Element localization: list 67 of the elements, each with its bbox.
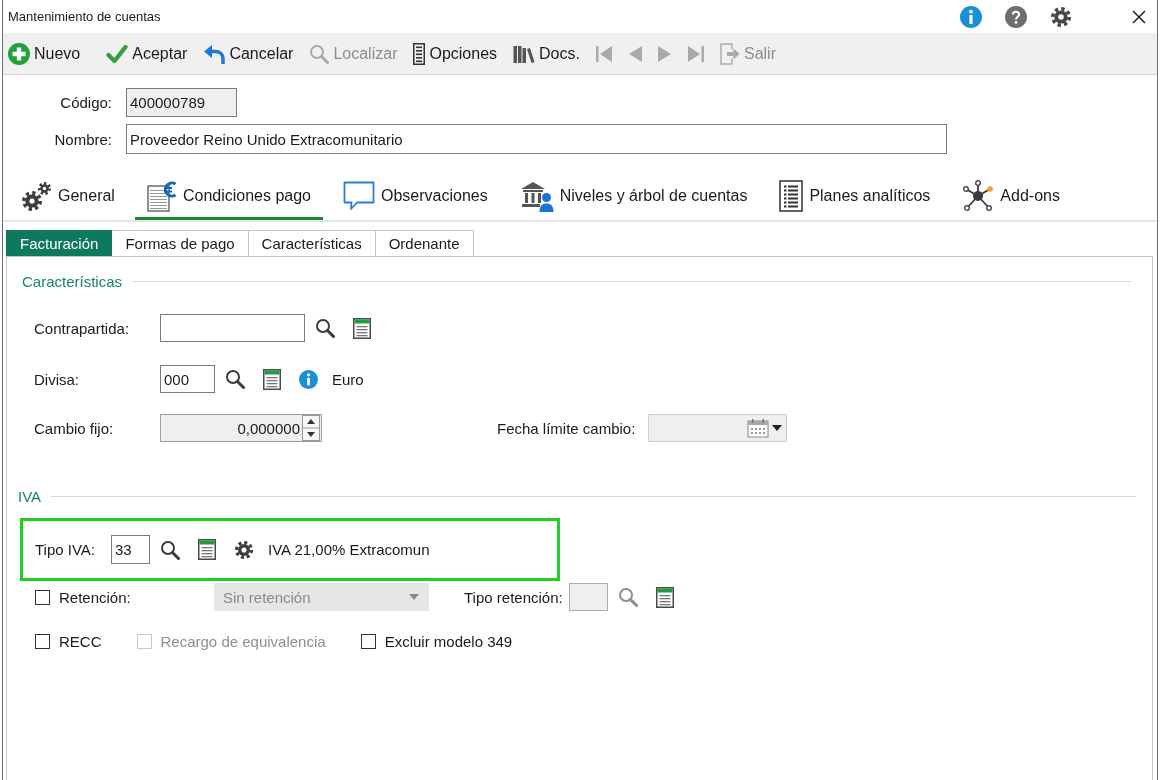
help-icon[interactable] [1005, 5, 1027, 28]
tab[interactable]: General [8, 175, 127, 220]
input-field[interactable]: Proveedor Reino Unido Extracomunitario [126, 124, 947, 154]
field-label: Divisa: [34, 370, 80, 388]
field-label: Contrapartida: [34, 319, 131, 337]
input-field[interactable]: 000 [160, 365, 215, 393]
field-label: Nombre: [54, 130, 112, 148]
tab[interactable]: Condiciones pago [134, 175, 323, 220]
tab[interactable]: Observaciones [331, 175, 500, 220]
options-button[interactable]: Opciones [413, 38, 498, 69]
tab[interactable]: Características [248, 230, 376, 256]
speech-bubble-icon [343, 181, 375, 211]
books-icon [513, 43, 536, 64]
checkbox-label: Recargo de equivalencia [160, 632, 326, 650]
tab[interactable]: Facturación [6, 230, 113, 256]
close-icon[interactable] [1132, 9, 1146, 24]
exit-icon [719, 42, 740, 65]
info-icon[interactable] [960, 5, 982, 28]
caret-icon [409, 594, 419, 600]
input-field[interactable]: 400000789 [126, 88, 237, 117]
field-label: Fecha límite cambio: [497, 419, 636, 437]
tab[interactable]: Add-ons [950, 175, 1072, 220]
new-button[interactable]: Nuevo [8, 38, 81, 69]
undo-arrow-icon [203, 43, 226, 64]
tab[interactable]: Formas de pago [112, 230, 249, 256]
field-label: Tipo IVA: [35, 541, 96, 558]
document-icon[interactable] [263, 368, 281, 390]
checkbox-label: RECC [59, 632, 102, 650]
description-text: IVA 21,00% Extracomun [268, 541, 430, 558]
field-label: Código: [60, 94, 112, 111]
plus-icon [8, 42, 30, 65]
checkbox[interactable] [35, 589, 50, 605]
list-document-icon [779, 180, 804, 212]
tab[interactable]: Niveles y árbol de cuentas [507, 175, 760, 220]
cancel-button[interactable]: Cancelar [203, 38, 294, 69]
section-title: IVA [18, 487, 42, 505]
network-icon [962, 180, 995, 212]
document-icon[interactable] [655, 586, 674, 608]
input-field[interactable]: 33 [111, 535, 151, 564]
check-icon [106, 43, 129, 64]
accept-button[interactable]: Aceptar [106, 38, 188, 69]
document-icon[interactable] [198, 539, 217, 560]
search-icon[interactable] [315, 318, 335, 338]
gears-icon [20, 180, 52, 212]
tab[interactable]: Planes analíticos [767, 175, 943, 220]
search-icon [309, 43, 330, 64]
search-icon[interactable] [225, 369, 245, 389]
document-icon[interactable] [353, 317, 371, 339]
settings-icon[interactable] [234, 539, 255, 560]
section-title: Características [22, 272, 123, 290]
window-title: Mantenimiento de cuentas [8, 9, 161, 24]
bank-person-icon [519, 180, 554, 212]
info-icon[interactable] [299, 369, 318, 389]
checkbox-label: Retención: [59, 588, 131, 606]
tab[interactable]: Ordenante [375, 230, 474, 256]
checkbox[interactable] [360, 633, 376, 649]
euro-document-icon [146, 180, 177, 212]
search-icon[interactable] [160, 539, 181, 560]
input-field[interactable] [160, 314, 305, 342]
field-label: Cambio fijo: [34, 419, 115, 437]
field-label: Tipo retención: [464, 588, 563, 606]
list-icon [413, 42, 426, 65]
checkbox[interactable] [35, 633, 50, 649]
settings-icon[interactable] [1050, 5, 1072, 28]
checkbox-label: Excluir modelo 349 [384, 632, 513, 650]
description-text: Euro [332, 370, 364, 388]
documents-button[interactable]: Docs. [513, 38, 580, 69]
